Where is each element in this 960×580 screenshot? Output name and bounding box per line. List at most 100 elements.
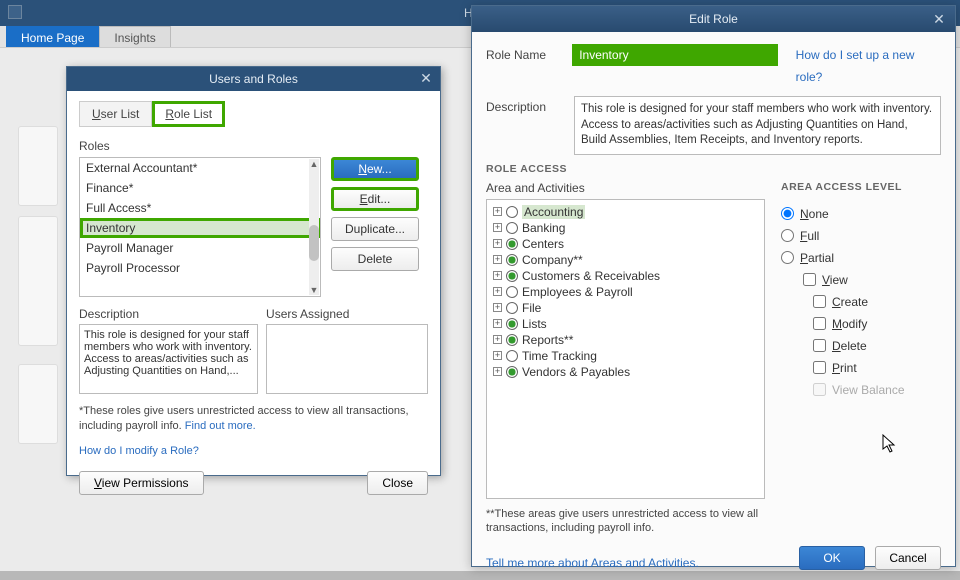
area-activities-tree[interactable]: + Accounting + Banking + Centers+Company**+Cu… <box>486 199 765 499</box>
list-item[interactable]: Payroll Manager <box>80 238 320 258</box>
description-label: Description <box>79 307 139 321</box>
view-permissions-button[interactable]: View Permissions <box>79 471 204 495</box>
close-icon[interactable]: ✕ <box>418 71 434 87</box>
tree-item[interactable]: + Accounting <box>493 204 758 220</box>
expand-icon[interactable]: + <box>493 287 502 296</box>
area-activities-label: Area and Activities <box>486 181 765 195</box>
access-indicator-icon <box>506 350 518 362</box>
access-indicator-icon <box>506 206 518 218</box>
role-name-label: Role Name <box>486 44 562 62</box>
tree-item-label: Centers <box>522 237 564 251</box>
expand-icon[interactable]: + <box>493 303 502 312</box>
tree-item[interactable]: +Employees & Payroll <box>493 284 758 300</box>
tree-item-label: Vendors & Payables <box>522 365 630 379</box>
role-name-input[interactable]: Inventory <box>572 44 777 66</box>
cursor-icon <box>882 434 898 459</box>
ur-tabs: User List Role List <box>79 101 428 127</box>
close-button[interactable]: Close <box>367 471 428 495</box>
tree-item-label: Accounting <box>522 205 585 219</box>
duplicate-button[interactable]: Duplicate... <box>331 217 419 241</box>
list-item[interactable]: Payroll Processor <box>80 258 320 278</box>
tree-item[interactable]: + Reports** <box>493 332 758 348</box>
radio-partial[interactable]: Partial <box>781 247 941 269</box>
bg-panel <box>18 216 58 346</box>
access-indicator-icon <box>506 270 518 282</box>
cancel-button[interactable]: Cancel <box>875 546 941 570</box>
expand-icon[interactable]: + <box>493 255 502 264</box>
area-access-level-heading: AREA ACCESS LEVEL <box>781 181 941 193</box>
tree-item[interactable]: +Lists <box>493 316 758 332</box>
roles-footnote: *These roles give users unrestricted acc… <box>79 404 428 434</box>
expand-icon[interactable]: + <box>493 335 502 344</box>
scrollbar[interactable]: ▲ ▼ <box>309 159 319 295</box>
radio-none[interactable]: None <box>781 203 941 225</box>
scroll-up-icon[interactable]: ▲ <box>309 159 319 169</box>
check-view[interactable]: View <box>803 269 941 291</box>
modal-titlebar[interactable]: Users and Roles ✕ <box>67 67 440 91</box>
tree-item[interactable]: +Company** <box>493 252 758 268</box>
roles-listbox[interactable]: External Accountant* Finance* Full Acces… <box>79 157 321 297</box>
tree-item[interactable]: + Vendors & Payables <box>493 364 758 380</box>
access-indicator-icon <box>506 302 518 314</box>
edit-role-panel: Edit Role ✕ Role Name Inventory How do I… <box>471 5 956 567</box>
setup-role-link[interactable]: How do I set up a new role? <box>796 44 941 88</box>
ok-button[interactable]: OK <box>799 546 865 570</box>
window-control-icon[interactable] <box>8 5 22 19</box>
access-indicator-icon <box>506 318 518 330</box>
check-print[interactable]: Print <box>813 357 941 379</box>
users-assigned-list[interactable] <box>266 324 428 394</box>
role-access-heading: ROLE ACCESS <box>486 163 941 175</box>
check-modify[interactable]: Modify <box>813 313 941 335</box>
tree-item-label: Banking <box>522 221 565 235</box>
check-delete[interactable]: Delete <box>813 335 941 357</box>
tell-me-more-link[interactable]: Tell me more about Areas and Activities. <box>486 556 699 570</box>
find-out-more-link[interactable]: Find out more. <box>185 420 256 432</box>
tree-item[interactable]: + Banking <box>493 220 758 236</box>
list-item-inventory[interactable]: Inventory <box>80 218 320 238</box>
tab-user-list[interactable]: User List <box>79 101 152 127</box>
edit-role-titlebar[interactable]: Edit Role ✕ <box>472 6 955 32</box>
list-item[interactable]: Finance* <box>80 178 320 198</box>
radio-full[interactable]: Full <box>781 225 941 247</box>
expand-icon[interactable]: + <box>493 207 502 216</box>
tree-item[interactable]: +Customers & Receivables <box>493 268 758 284</box>
users-and-roles-modal: Users and Roles ✕ User List Role List Ro… <box>66 66 441 476</box>
users-assigned-label: Users Assigned <box>266 307 349 321</box>
tab-insights[interactable]: Insights <box>99 26 170 47</box>
edit-button[interactable]: Edit... <box>331 187 419 211</box>
close-icon[interactable]: ✕ <box>931 12 947 28</box>
access-indicator-icon <box>506 334 518 346</box>
tree-item[interactable]: +File <box>493 300 758 316</box>
access-indicator-icon <box>506 254 518 266</box>
expand-icon[interactable]: + <box>493 319 502 328</box>
expand-icon[interactable]: + <box>493 271 502 280</box>
description-textarea[interactable]: This role is designed for your staff mem… <box>574 96 941 155</box>
list-item[interactable]: External Accountant* <box>80 158 320 178</box>
scroll-down-icon[interactable]: ▼ <box>309 285 319 295</box>
tree-item[interactable]: + Time Tracking <box>493 348 758 364</box>
tree-item-label: Reports** <box>522 333 573 347</box>
expand-icon[interactable]: + <box>493 351 502 360</box>
tab-home-page[interactable]: Home Page <box>6 26 99 47</box>
description-text: This role is designed for your staff mem… <box>79 324 258 394</box>
expand-icon[interactable]: + <box>493 223 502 232</box>
access-indicator-icon <box>506 286 518 298</box>
expand-icon[interactable]: + <box>493 367 502 376</box>
tree-item[interactable]: + Centers <box>493 236 758 252</box>
areas-footnote: **These areas give users unrestricted ac… <box>486 507 765 537</box>
new-button[interactable]: New... <box>331 157 419 181</box>
access-indicator-icon <box>506 238 518 250</box>
list-item[interactable]: Full Access* <box>80 198 320 218</box>
access-indicator-icon <box>506 366 518 378</box>
check-create[interactable]: Create <box>813 291 941 313</box>
expand-icon[interactable]: + <box>493 239 502 248</box>
bg-panel <box>18 364 58 444</box>
modal-title-text: Users and Roles <box>209 72 298 86</box>
scroll-thumb[interactable] <box>309 225 319 261</box>
delete-button[interactable]: Delete <box>331 247 419 271</box>
edit-role-title-text: Edit Role <box>689 12 738 26</box>
tab-role-list[interactable]: Role List <box>152 101 225 127</box>
check-view-balance: View Balance <box>813 379 941 401</box>
modify-role-link[interactable]: How do I modify a Role? <box>79 445 199 457</box>
tree-item-label: Time Tracking <box>522 349 597 363</box>
